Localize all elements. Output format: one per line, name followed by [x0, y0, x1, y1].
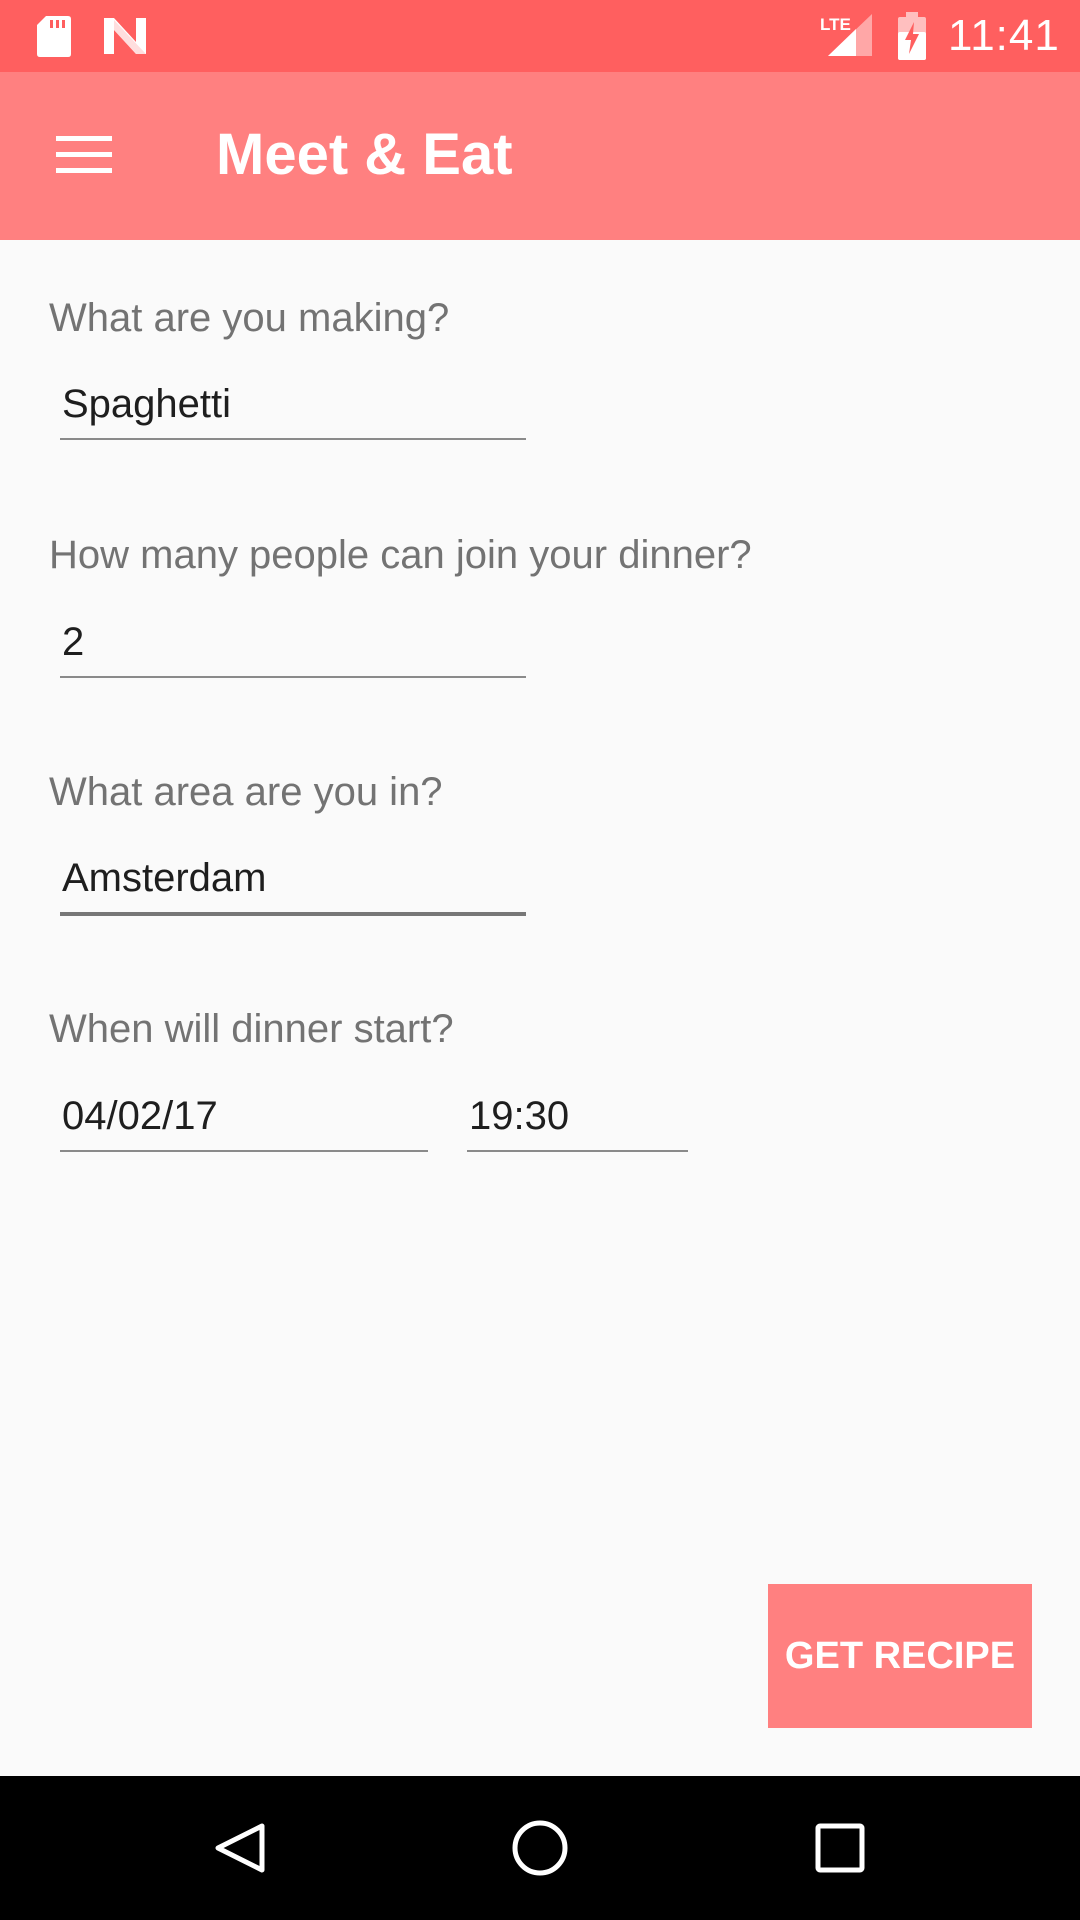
- area-value: Amsterdam: [62, 856, 267, 900]
- menu-button[interactable]: [40, 116, 128, 196]
- dish-input[interactable]: Spaghetti: [60, 376, 526, 440]
- lte-signal-icon: LTE: [820, 14, 872, 56]
- home-button[interactable]: [490, 1798, 590, 1898]
- dish-label: What are you making?: [49, 296, 450, 340]
- hamburger-menu-icon: [56, 136, 112, 173]
- battery-charging-icon: [898, 12, 926, 60]
- home-icon: [512, 1820, 568, 1876]
- recents-button[interactable]: [790, 1798, 890, 1898]
- dish-value: Spaghetti: [62, 382, 232, 426]
- start-label: When will dinner start?: [49, 1007, 454, 1051]
- back-button[interactable]: [190, 1798, 290, 1898]
- status-clock: 11:41: [948, 11, 1060, 60]
- network-type-label: LTE: [820, 15, 851, 34]
- sd-card-icon: [37, 16, 71, 57]
- date-input[interactable]: 04/02/17: [60, 1088, 428, 1152]
- get-recipe-button[interactable]: GET RECIPE: [768, 1584, 1032, 1728]
- status-bar: LTE 11:41: [0, 0, 1080, 72]
- area-label: What area are you in?: [49, 770, 443, 814]
- app-title: Meet & Eat: [216, 122, 513, 187]
- n-notification-icon: [104, 18, 146, 54]
- recents-icon: [815, 1823, 865, 1873]
- people-count-input[interactable]: 2: [60, 614, 526, 678]
- people-count-value: 2: [62, 620, 85, 664]
- time-input[interactable]: 19:30: [467, 1088, 688, 1152]
- date-value: 04/02/17: [62, 1094, 218, 1138]
- back-icon: [215, 1823, 265, 1873]
- navigation-bar: [0, 1776, 1080, 1920]
- area-input[interactable]: Amsterdam: [60, 850, 526, 916]
- time-value: 19:30: [469, 1094, 570, 1138]
- people-label: How many people can join your dinner?: [49, 533, 752, 577]
- app-bar: Meet & Eat: [0, 72, 1080, 240]
